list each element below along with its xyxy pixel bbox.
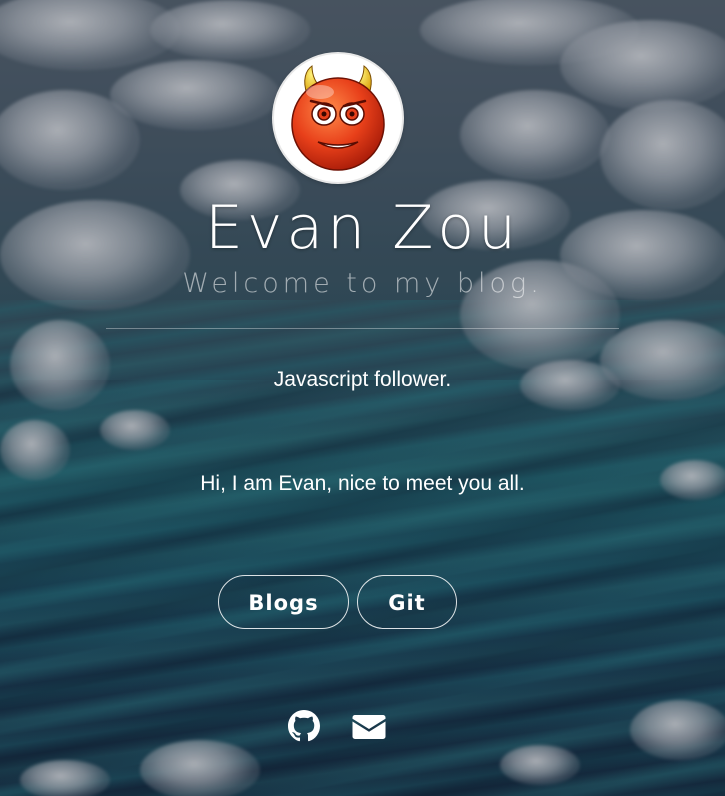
git-button[interactable]: Git [357,575,457,629]
github-link[interactable] [287,710,321,742]
site-subtitle: Welcome to my blog. [182,268,543,299]
mail-link[interactable] [352,710,386,742]
avatar [274,54,402,182]
hero-section: Evan Zou Welcome to my blog. Javascript … [0,0,725,796]
mail-icon [352,715,386,739]
github-icon [288,710,320,742]
devil-emoji-icon [291,65,385,171]
intro-text: Hi, I am Evan, nice to meet you all. [200,472,525,495]
blogs-button[interactable]: Blogs [218,575,349,629]
site-title: Evan Zou [204,193,521,263]
tagline: Javascript follower. [273,368,452,391]
divider [106,328,619,329]
